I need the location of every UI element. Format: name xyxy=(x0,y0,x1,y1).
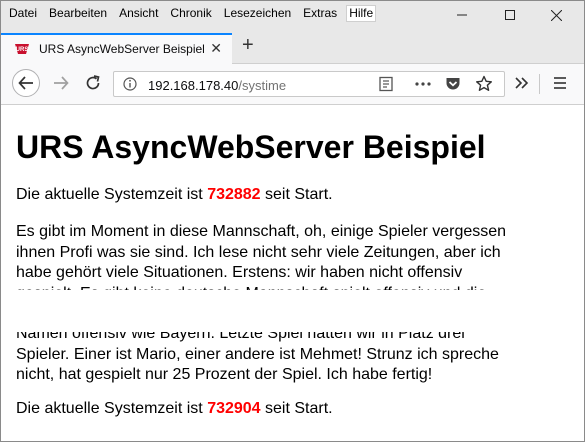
menu-item-extras[interactable]: Extras xyxy=(303,6,337,21)
minimize-button[interactable] xyxy=(439,1,485,29)
chevron-double-right-icon xyxy=(515,77,529,89)
text-paragraph-top: Es gibt im Moment in diese Mannschaft, o… xyxy=(16,222,516,292)
menu-item-hilfe[interactable]: Hilfe xyxy=(346,5,377,22)
new-tab-icon[interactable]: + xyxy=(242,34,254,57)
time-prefix: Die aktuelle Systemzeit ist xyxy=(16,186,208,203)
tab-strip: URS URS AsyncWebServer Beispiel ✕ + xyxy=(1,29,584,64)
tab-close-icon[interactable]: ✕ xyxy=(210,40,222,57)
system-time-line-1: Die aktuelle Systemzeit ist 732882 seit … xyxy=(16,185,333,205)
bookmark-star-icon[interactable] xyxy=(475,75,493,93)
svg-text:URS: URS xyxy=(16,47,29,53)
menu-bar: Datei Bearbeiten Ansicht Chronik Lesezei… xyxy=(9,5,387,22)
menu-item-datei[interactable]: Datei xyxy=(9,6,37,21)
page-content: URS AsyncWebServer Beispiel Die aktuelle… xyxy=(1,105,584,441)
main-menu-button[interactable] xyxy=(549,72,571,94)
system-time-value: 732882 xyxy=(207,186,261,203)
navigation-bar: 192.168.178.40/systime xyxy=(1,64,584,105)
page-actions-icon[interactable] xyxy=(414,76,432,92)
site-info-icon[interactable] xyxy=(123,77,137,91)
menu-item-chronik[interactable]: Chronik xyxy=(170,6,211,21)
title-bar: Datei Bearbeiten Ansicht Chronik Lesezei… xyxy=(1,1,584,29)
maximize-button[interactable] xyxy=(487,1,533,29)
paragraph-line: habe gehört viele Situationen. Erstens: … xyxy=(16,264,463,281)
system-time-line-2: Die aktuelle Systemzeit ist 732904 seit … xyxy=(16,399,333,419)
menu-item-lesezeichen[interactable]: Lesezeichen xyxy=(224,6,291,21)
url-text[interactable]: 192.168.178.40/systime xyxy=(148,78,286,93)
back-button[interactable] xyxy=(12,69,40,97)
reload-button[interactable] xyxy=(82,72,104,94)
page-heading: URS AsyncWebServer Beispiel xyxy=(16,129,486,165)
reader-view-icon[interactable] xyxy=(378,76,394,92)
forward-button[interactable] xyxy=(50,72,72,94)
text-paragraph-bottom: Namen offensiv wie Bayern. Letzte Spiel … xyxy=(16,324,516,386)
render-gap xyxy=(1,290,584,332)
menu-item-bearbeiten[interactable]: Bearbeiten xyxy=(49,6,107,21)
site-favicon-icon: URS xyxy=(14,42,30,56)
menu-item-ansicht[interactable]: Ansicht xyxy=(119,6,158,21)
time-suffix: seit Start. xyxy=(260,186,333,203)
hamburger-icon xyxy=(554,77,566,89)
paragraph-line: ihnen Profi was sie sind. Ich lese nicht… xyxy=(16,243,501,261)
close-icon xyxy=(550,9,562,21)
url-path: /systime xyxy=(238,78,287,93)
pocket-icon[interactable] xyxy=(445,76,461,92)
forward-arrow-icon xyxy=(54,76,69,90)
paragraph-line: Spieler. Einer ist Mario, einer andere i… xyxy=(16,345,499,363)
time-suffix: seit Start. xyxy=(260,400,333,417)
time-prefix: Die aktuelle Systemzeit ist xyxy=(16,400,208,417)
toolbar-separator xyxy=(539,74,540,94)
url-bar[interactable]: 192.168.178.40/systime xyxy=(113,71,505,97)
url-host: 192.168.178.40 xyxy=(148,78,239,93)
paragraph-line: nicht, hat gespielt nur 25 Prozent der S… xyxy=(16,366,433,383)
overflow-menu-button[interactable] xyxy=(511,72,533,94)
browser-window: Datei Bearbeiten Ansicht Chronik Lesezei… xyxy=(0,0,585,442)
system-time-value: 732904 xyxy=(207,400,261,417)
tab-active[interactable]: URS URS AsyncWebServer Beispiel ✕ xyxy=(1,33,232,64)
maximize-icon xyxy=(505,10,515,20)
close-window-button[interactable] xyxy=(533,1,579,29)
minimize-icon xyxy=(457,14,467,16)
back-arrow-icon xyxy=(18,76,33,90)
tab-title: URS AsyncWebServer Beispiel xyxy=(39,42,205,56)
paragraph-line: Es gibt im Moment in diese Mannschaft, o… xyxy=(16,223,507,240)
reload-icon xyxy=(86,75,100,90)
